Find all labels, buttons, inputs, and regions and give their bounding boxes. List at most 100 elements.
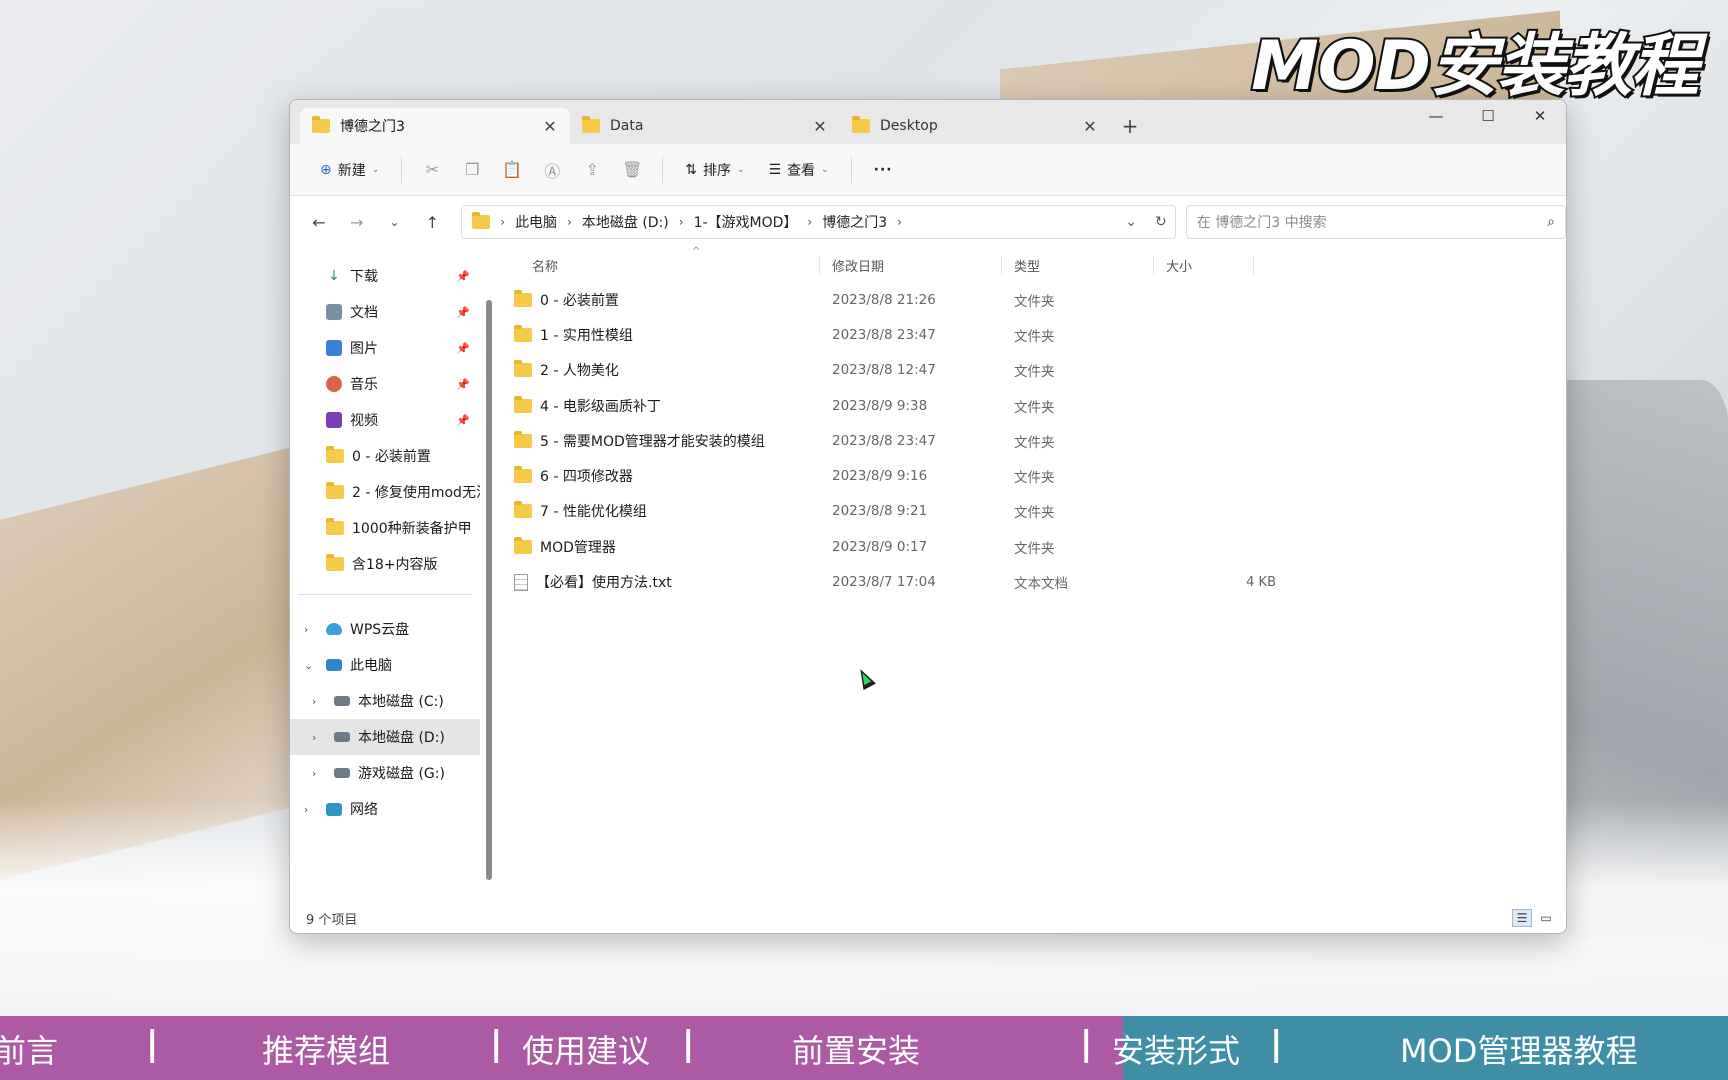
back-arrow-icon[interactable]: ← — [300, 206, 338, 238]
details-view-icon[interactable]: ☰ — [1512, 909, 1532, 927]
nav-label: 网络 — [350, 802, 378, 818]
nav-drive-d[interactable]: › 本地磁盘 (D:) — [290, 719, 480, 755]
copy-icon[interactable]: ❐ — [454, 152, 490, 188]
table-row[interactable]: 1 - 实用性模组 2023/8/8 23:47 文件夹 — [502, 317, 1562, 352]
close-tab-icon[interactable]: ✕ — [812, 117, 828, 136]
column-date-modified[interactable]: 修改日期 — [820, 255, 1002, 275]
file-date: 2023/8/9 0:17 — [832, 538, 928, 555]
tab-data[interactable]: Data ✕ — [570, 108, 840, 144]
breadcrumb-drive-d[interactable]: 本地磁盘 (D:) — [582, 212, 669, 232]
file-type: 文件夹 — [1014, 293, 1055, 310]
forward-arrow-icon[interactable]: → — [338, 206, 376, 238]
file-name-cell: 5 - 需要MOD管理器才能安装的模组 — [502, 430, 832, 451]
refresh-icon[interactable]: ↻ — [1155, 214, 1167, 230]
file-name-cell: 0 - 必装前置 — [502, 289, 832, 310]
nav-folder-new-gear[interactable]: 1000种新装备护甲【 — [290, 510, 480, 546]
breadcrumb-game-mod[interactable]: 1-【游戏MOD】 — [694, 212, 798, 232]
file-name: MOD管理器 — [540, 539, 616, 556]
document-icon — [326, 304, 342, 320]
nav-documents[interactable]: 文档 📌 — [290, 294, 480, 330]
nav-drive-c[interactable]: › 本地磁盘 (C:) — [290, 683, 480, 719]
nav-drive-g[interactable]: › 游戏磁盘 (G:) — [290, 755, 480, 791]
close-window-button[interactable]: ✕ — [1514, 100, 1566, 132]
nav-downloads[interactable]: ↓ 下载 📌 — [290, 258, 480, 294]
column-type[interactable]: 类型 — [1002, 255, 1154, 275]
address-bar[interactable]: › 此电脑 › 本地磁盘 (D:) › 1-【游戏MOD】 › 博德之门3 › … — [461, 205, 1176, 239]
close-tab-icon[interactable]: ✕ — [542, 117, 558, 136]
paste-icon[interactable]: 📋 — [494, 152, 530, 188]
chevron-right-icon[interactable]: › — [312, 767, 316, 780]
nav-pictures[interactable]: 图片 📌 — [290, 330, 480, 366]
file-name: 【必看】使用方法.txt — [536, 575, 672, 592]
breadcrumb-baldurs-gate-3[interactable]: 博德之门3 — [822, 212, 887, 232]
table-row[interactable]: 4 - 电影级画质补丁 2023/8/9 9:38 文件夹 — [502, 388, 1562, 423]
chapter-separator: | — [1080, 1024, 1093, 1064]
nav-folder-fix-mod[interactable]: 2 - 修复使用mod无法 — [290, 474, 480, 510]
nav-music[interactable]: 音乐 📌 — [290, 366, 480, 402]
column-name[interactable]: 名称 — [502, 255, 820, 275]
more-options-button[interactable]: ··· — [864, 152, 903, 188]
chapter-separator: | — [1270, 1024, 1283, 1064]
file-name-cell: MOD管理器 — [502, 536, 832, 557]
table-row[interactable]: 【必看】使用方法.txt 2023/8/7 17:04 文本文档 4 KB — [502, 564, 1562, 599]
nav-label: 0 - 必装前置 — [352, 449, 431, 465]
nav-label: WPS云盘 — [350, 622, 410, 638]
sort-button[interactable]: ⇅ 排序 ⌄ — [675, 152, 754, 188]
file-type: 文件夹 — [1014, 434, 1055, 451]
file-type: 文件夹 — [1014, 540, 1055, 557]
breadcrumb-this-pc[interactable]: 此电脑 — [515, 212, 557, 232]
chevron-right-icon[interactable]: › — [304, 623, 308, 636]
tiles-view-icon[interactable]: ▭ — [1536, 909, 1556, 927]
sort-icon: ⇅ — [685, 161, 698, 178]
close-tab-icon[interactable]: ✕ — [1082, 117, 1098, 136]
table-row[interactable]: 7 - 性能优化模组 2023/8/8 9:21 文件夹 — [502, 494, 1562, 529]
chevron-right-icon[interactable]: › — [312, 731, 316, 744]
nav-network[interactable]: › 网络 — [290, 791, 480, 827]
tab-desktop[interactable]: Desktop ✕ — [840, 108, 1110, 144]
nav-folder-required-prereqs[interactable]: 0 - 必装前置 — [290, 438, 480, 474]
chevron-right-icon[interactable]: › — [312, 695, 316, 708]
rename-icon[interactable]: Ⓐ — [534, 152, 570, 188]
minimize-button[interactable]: — — [1410, 100, 1462, 132]
new-label: 新建 — [337, 162, 366, 179]
column-size[interactable]: 大小 — [1154, 255, 1254, 275]
cut-icon[interactable]: ✂ — [414, 152, 450, 188]
chapter-separator: | — [682, 1024, 695, 1064]
recent-locations-chevron-icon[interactable]: ⌄ — [376, 206, 414, 238]
nav-divider — [298, 594, 472, 595]
table-row[interactable]: 2 - 人物美化 2023/8/8 12:47 文件夹 — [502, 353, 1562, 388]
search-placeholder: 在 博德之门3 中搜索 — [1196, 215, 1327, 231]
share-icon[interactable]: ⇪ — [574, 152, 610, 188]
file-list: ^ 名称 修改日期 类型 大小 0 - 必装前置 2023/8/8 21:26 文件… — [502, 246, 1562, 888]
table-row[interactable]: 5 - 需要MOD管理器才能安装的模组 2023/8/8 23:47 文件夹 — [502, 423, 1562, 458]
table-row[interactable]: MOD管理器 2023/8/9 0:17 文件夹 — [502, 529, 1562, 564]
new-tab-button[interactable]: + — [1110, 108, 1150, 144]
file-date: 2023/8/8 9:21 — [832, 503, 928, 520]
chevron-right-icon[interactable]: › — [304, 803, 308, 816]
tab-baldurs-gate-3[interactable]: 博德之门3 ✕ — [300, 108, 570, 144]
column-headers: ^ 名称 修改日期 类型 大小 — [502, 246, 1562, 282]
table-row[interactable]: 0 - 必装前置 2023/8/8 21:26 文件夹 — [502, 282, 1562, 317]
nav-wps-cloud[interactable]: › WPS云盘 — [290, 611, 480, 647]
up-arrow-icon[interactable]: ↑ — [413, 206, 451, 238]
file-type: 文件夹 — [1014, 505, 1055, 522]
chevron-down-icon[interactable]: ⌄ — [304, 659, 313, 672]
new-button[interactable]: ⊕ 新建 ⌄ — [310, 152, 389, 188]
file-date: 2023/8/8 23:47 — [832, 326, 936, 343]
nav-videos[interactable]: 视频 📌 — [290, 402, 480, 438]
nav-pane-scrollbar[interactable] — [486, 300, 492, 880]
view-button[interactable]: ☰ 查看 ⌄ — [759, 152, 839, 188]
status-bar: 9 个项目 — [290, 903, 1566, 933]
table-row[interactable]: 6 - 四项修改器 2023/8/9 9:16 文件夹 — [502, 458, 1562, 493]
address-history-chevron-icon[interactable]: ⌄ — [1125, 214, 1137, 230]
chapter-install-methods: 安装形式 — [1112, 1032, 1241, 1070]
nav-this-pc[interactable]: ⌄ 此电脑 — [290, 647, 480, 683]
search-box[interactable]: 在 博德之门3 中搜索 ⌕ — [1185, 205, 1566, 239]
delete-icon[interactable]: 🗑 — [614, 152, 650, 188]
maximize-button[interactable]: ☐ — [1462, 100, 1514, 132]
sort-ascending-icon: ^ — [692, 246, 701, 257]
file-type: 文件夹 — [1014, 399, 1055, 416]
nav-label: 游戏磁盘 (G:) — [358, 766, 445, 782]
nav-label: 此电脑 — [350, 658, 392, 674]
nav-folder-18plus[interactable]: 含18+内容版 — [290, 546, 480, 582]
